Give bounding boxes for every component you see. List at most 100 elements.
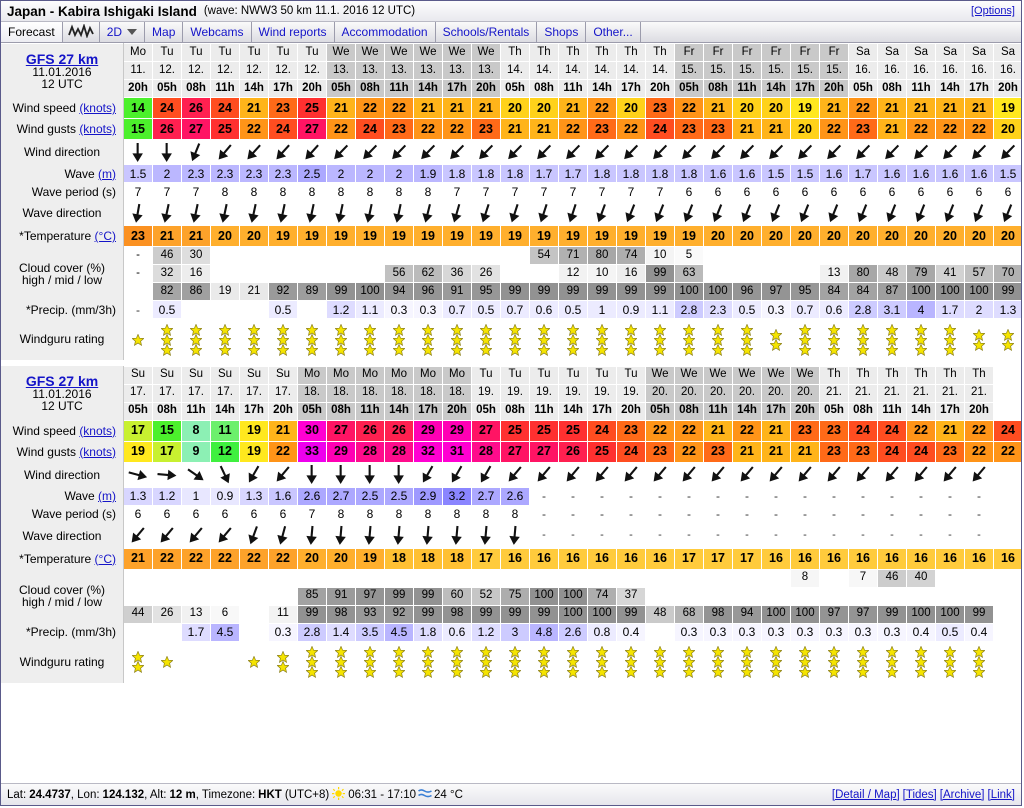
cloud-mid-cell: 12 (558, 264, 588, 283)
cloud-high-cell (442, 568, 472, 588)
wind-direction-cell (326, 462, 356, 487)
footer-links[interactable]: [Detail / Map] [Tides] [Archive] [Link] (829, 789, 1015, 801)
date-header: 15. (819, 61, 849, 80)
tab-webcams[interactable]: Webcams (183, 22, 252, 42)
model-info[interactable]: GFS 27 km 11.01.2016 12 UTC (1, 366, 124, 420)
tab-other[interactable]: Other... (586, 22, 641, 42)
temperature-cell: 17 (674, 547, 704, 570)
tab-2d[interactable]: 2D (100, 22, 146, 42)
tab-wind-reports[interactable]: Wind reports (252, 22, 335, 42)
cloud-high-cell (732, 568, 762, 588)
star-group (994, 319, 1021, 360)
cloud-low-cell: 100 (674, 282, 704, 301)
hour-header: 20h (645, 79, 675, 98)
model-name[interactable]: GFS 27 km (1, 52, 123, 66)
tab-map[interactable]: Map (145, 22, 184, 42)
cloud-low-cell: 100 (355, 282, 385, 301)
cloud-mid-cell (877, 586, 907, 606)
model-info[interactable]: GFS 27 km 11.01.2016 12 UTC (1, 43, 124, 98)
wind-speed-cell: 21 (819, 97, 849, 119)
wave-label: Wave (m) (1, 487, 124, 505)
footer-link-tides[interactable]: [Tides] (903, 789, 937, 801)
star-group (617, 319, 645, 360)
footer-link-archive[interactable]: [Archive] (940, 789, 985, 801)
wind-speed-unit-link[interactable]: (knots) (79, 424, 116, 438)
wave-unit-link[interactable]: (m) (98, 167, 116, 181)
chevron-down-icon[interactable] (127, 29, 138, 35)
footer-link-detail-map[interactable]: [Detail / Map] (832, 789, 900, 801)
wave-unit-link[interactable]: (m) (98, 489, 116, 503)
tab-schools-rentals[interactable]: Schools/Rentals (436, 22, 538, 42)
wind-gusts-cell: 21 (790, 440, 820, 463)
precip-cell: 0.4 (964, 622, 994, 642)
wave-direction-cell (819, 200, 849, 226)
cloud-mid-cell: 16 (181, 264, 211, 283)
date-header: 17. (239, 383, 269, 403)
wind-speed-cell: 21 (964, 97, 994, 119)
tab-forecast[interactable]: Forecast (1, 22, 63, 42)
windguru-rating-cell (616, 641, 646, 683)
cloud-mid-cell: 63 (674, 264, 704, 283)
wind-direction-arrow-icon (617, 464, 645, 485)
wave-direction-cell (326, 200, 356, 226)
temperature-cell: 19 (529, 225, 559, 247)
wave-direction-cell (935, 200, 965, 226)
main-nav-tabs[interactable]: Forecast 2D Map Webcams Wind reports Accommod… (1, 22, 1021, 43)
wind-direction-arrow-icon (936, 464, 964, 485)
star-icon (625, 343, 637, 356)
wind-gusts-cell: 19 (239, 440, 269, 463)
tab-chart[interactable] (63, 22, 100, 42)
wind-speed-cell: 23 (645, 97, 675, 119)
windguru-rating-cell (761, 318, 791, 360)
windguru-rating-cell (181, 641, 211, 683)
windguru-rating-cell (500, 641, 530, 683)
wind-direction-cell (935, 462, 965, 487)
model-name[interactable]: GFS 27 km (1, 374, 123, 388)
table-row: 44 26 13 6 11 99 98 93 92 99 98 99 99 99 100 100 99 48 68 9… (1, 604, 1021, 624)
star-icon (799, 343, 811, 356)
precip-cell: 3.1 (877, 300, 907, 319)
date-header: 20. (761, 383, 791, 403)
star-group (356, 319, 384, 360)
star-icon (828, 666, 840, 678)
temperature-cell: 16 (877, 547, 907, 570)
wind-gusts-unit-link[interactable]: (knots) (79, 122, 116, 136)
tab-shops[interactable]: Shops (537, 22, 587, 42)
wave-cell: 1.8 (674, 164, 704, 183)
date-header: 17. (210, 383, 240, 403)
date-header: 17. (123, 383, 153, 403)
cloud-high-cell (587, 568, 617, 588)
empty-cell (993, 569, 1021, 587)
star-icon (248, 656, 260, 668)
cloud-high-cell (268, 246, 298, 265)
precip-cell: 0.3 (413, 300, 443, 319)
windguru-rating-cell (326, 641, 356, 683)
star-icon (306, 343, 318, 356)
wind-speed-label: Wind speed (knots) (1, 97, 124, 119)
tab-accommodation[interactable]: Accommodation (335, 22, 436, 42)
wave-period-cell: 6 (877, 182, 907, 201)
wave-direction-arrow-icon (472, 203, 500, 224)
wind-direction-arrow-icon (472, 464, 500, 485)
cloud-mid-cell: 57 (964, 264, 994, 283)
footer-link-link[interactable]: [Link] (988, 789, 1016, 801)
tab-label: Accommodation (341, 25, 428, 39)
windguru-rating-cell (210, 318, 240, 360)
wind-speed-unit-link[interactable]: (knots) (79, 101, 116, 115)
cloud-high-cell (761, 246, 791, 265)
wave-direction-arrow-icon: - (861, 529, 865, 541)
temperature-cell: 19 (355, 225, 385, 247)
wind-gusts-unit-link[interactable]: (knots) (79, 445, 116, 459)
wave-direction-cell: - (935, 523, 965, 548)
cloud-mid-cell (790, 586, 820, 606)
wave-cell: - (529, 486, 559, 506)
wind-speed-cell: 21 (906, 97, 936, 119)
hour-header: 20h (268, 401, 298, 421)
options-link[interactable]: [Options] (971, 5, 1015, 17)
wind-gusts-cell: 27 (297, 118, 327, 140)
hour-header: 14h (210, 401, 240, 421)
temperature-unit-link[interactable]: (°C) (95, 552, 116, 566)
wind-direction-arrow-icon (385, 464, 413, 485)
temperature-unit-link[interactable]: (°C) (95, 229, 116, 243)
day-header: Sa (964, 43, 994, 62)
